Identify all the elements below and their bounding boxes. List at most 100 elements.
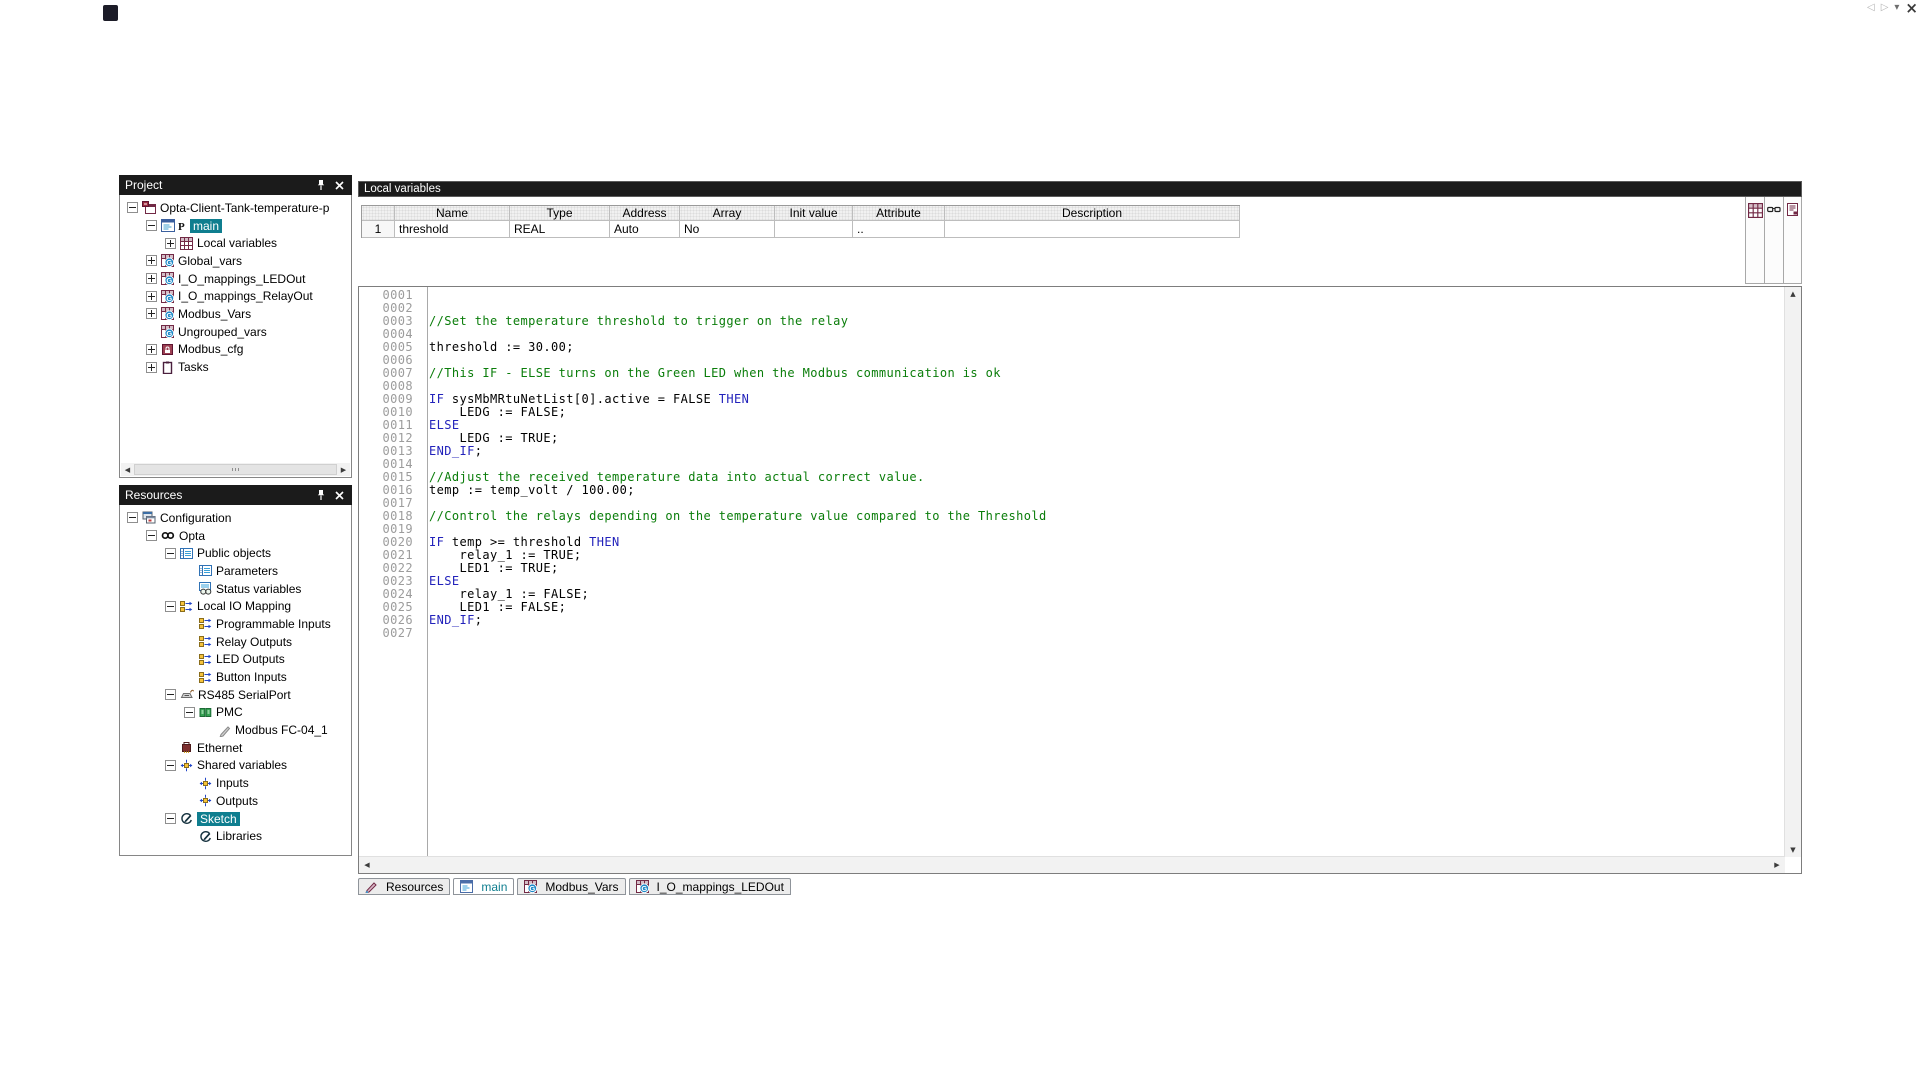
tree-item[interactable]: Pmain: [121, 217, 350, 235]
tree-item[interactable]: Inputs: [121, 774, 350, 792]
tree-item[interactable]: Programmable Inputs: [121, 615, 350, 633]
tree-item-label[interactable]: Modbus_cfg: [178, 342, 243, 356]
tree-item-label[interactable]: Opta-Client-Tank-temperature-p: [160, 201, 329, 215]
tree-item-label[interactable]: Libraries: [216, 829, 262, 843]
cell-description[interactable]: [945, 221, 1240, 238]
tree-item[interactable]: Local variables: [121, 234, 350, 252]
tree-item[interactable]: Public objects: [121, 544, 350, 562]
tree-item[interactable]: Shared variables: [121, 757, 350, 775]
scrollbar-thumb[interactable]: [134, 464, 337, 475]
scroll-up-icon[interactable]: [1785, 287, 1801, 301]
tree-item-label[interactable]: Tasks: [178, 360, 209, 374]
tree-item-label[interactable]: Sketch: [197, 812, 240, 826]
cell-init_value[interactable]: [775, 221, 853, 238]
tree-item[interactable]: LED Outputs: [121, 651, 350, 669]
scroll-right-icon[interactable]: [337, 463, 350, 476]
tree-item-label[interactable]: Outputs: [216, 794, 258, 808]
tree-item[interactable]: Modbus FC-04_1: [121, 721, 350, 739]
expander-plus-icon[interactable]: [165, 238, 176, 249]
project-horizontal-scrollbar[interactable]: [121, 463, 350, 476]
tree-item[interactable]: Configuration: [121, 509, 350, 527]
editor-vertical-scrollbar[interactable]: [1784, 287, 1801, 857]
scroll-left-icon[interactable]: [359, 857, 375, 872]
scroll-left-icon[interactable]: [121, 463, 134, 476]
doc-icon[interactable]: [1786, 203, 1799, 221]
tree-item-label[interactable]: Relay Outputs: [216, 635, 292, 649]
tree-item[interactable]: Button Inputs: [121, 668, 350, 686]
tree-item[interactable]: Tasks: [121, 358, 350, 376]
tree-item[interactable]: GGlobal_vars: [121, 252, 350, 270]
expander-minus-icon[interactable]: [165, 689, 176, 700]
tree-item[interactable]: Modbus_cfg: [121, 341, 350, 359]
tree-item-label[interactable]: Opta: [179, 529, 205, 543]
pin-icon[interactable]: [314, 488, 328, 502]
watch-glasses-icon[interactable]: [1767, 203, 1781, 221]
tree-item-label[interactable]: Parameters: [216, 564, 278, 578]
tab-i-o-mappings-ledout[interactable]: GI_O_mappings_LEDOut: [629, 878, 791, 895]
tab-resources[interactable]: Resources: [358, 878, 450, 895]
expander-minus-icon[interactable]: [146, 220, 157, 231]
tree-item-label[interactable]: Configuration: [160, 511, 231, 525]
expander-minus-icon[interactable]: [184, 707, 195, 718]
tree-item[interactable]: Local IO Mapping: [121, 597, 350, 615]
cell-address[interactable]: Auto: [610, 221, 680, 238]
tab-scroll-left-icon[interactable]: [1867, 2, 1875, 13]
tree-item-label[interactable]: Public objects: [197, 546, 271, 560]
tree-item-label[interactable]: Modbus FC-04_1: [235, 723, 328, 737]
tree-item-label[interactable]: PMC: [216, 705, 243, 719]
code-editor[interactable]: 000100020003//Set the temperature thresh…: [358, 286, 1802, 874]
close-icon[interactable]: [332, 178, 346, 192]
tab-modbus-vars[interactable]: GModbus_Vars: [517, 878, 625, 895]
tab-scroll-right-icon[interactable]: [1881, 2, 1889, 13]
close-icon[interactable]: [332, 488, 346, 502]
tree-item-label[interactable]: Inputs: [216, 776, 249, 790]
tree-item-label[interactable]: I_O_mappings_RelayOut: [178, 289, 313, 303]
pin-icon[interactable]: [314, 178, 328, 192]
tree-item-label[interactable]: Local variables: [197, 236, 277, 250]
tab-close-icon[interactable]: [1905, 3, 1918, 13]
cell-name[interactable]: threshold: [395, 221, 510, 238]
tree-item[interactable]: RS485 SerialPort: [121, 686, 350, 704]
expander-minus-icon[interactable]: [165, 813, 176, 824]
tree-item-label[interactable]: Button Inputs: [216, 670, 287, 684]
tree-item-label[interactable]: Ungrouped_vars: [178, 325, 267, 339]
cell-array[interactable]: No: [680, 221, 775, 238]
expander-plus-icon[interactable]: [146, 273, 157, 284]
expander-minus-icon[interactable]: [165, 548, 176, 559]
expander-minus-icon[interactable]: [127, 512, 138, 523]
code-area[interactable]: 000100020003//Set the temperature thresh…: [359, 287, 1785, 857]
cell-type[interactable]: REAL: [510, 221, 610, 238]
tree-item-label[interactable]: Modbus_Vars: [178, 307, 251, 321]
editor-horizontal-scrollbar[interactable]: [359, 856, 1785, 873]
tree-item[interactable]: PMC: [121, 704, 350, 722]
tree-item[interactable]: GI_O_mappings_LEDOut: [121, 270, 350, 288]
tab-list-dropdown-icon[interactable]: [1894, 2, 1899, 13]
expander-plus-icon[interactable]: [146, 308, 157, 319]
expander-minus-icon[interactable]: [146, 530, 157, 541]
tree-item[interactable]: Ethernet: [121, 739, 350, 757]
expander-plus-icon[interactable]: [146, 362, 157, 373]
tree-item-label[interactable]: LED Outputs: [216, 652, 285, 666]
tree-item-label[interactable]: RS485 SerialPort: [198, 688, 291, 702]
tree-item-label[interactable]: Status variables: [216, 582, 301, 596]
expander-minus-icon[interactable]: [127, 202, 138, 213]
tab-main[interactable]: main: [453, 878, 514, 895]
expander-plus-icon[interactable]: [146, 291, 157, 302]
scroll-right-icon[interactable]: [1769, 857, 1785, 872]
tree-item-label[interactable]: Global_vars: [178, 254, 242, 268]
tree-item[interactable]: GModbus_Vars: [121, 305, 350, 323]
tree-item[interactable]: Opta-Client-Tank-temperature-p: [121, 199, 350, 217]
expander-plus-icon[interactable]: [146, 344, 157, 355]
tree-item-label[interactable]: Shared variables: [197, 758, 287, 772]
expander-plus-icon[interactable]: [146, 255, 157, 266]
tree-item[interactable]: Opta: [121, 527, 350, 545]
tree-item[interactable]: Outputs: [121, 792, 350, 810]
expander-minus-icon[interactable]: [165, 760, 176, 771]
tree-item[interactable]: Libraries: [121, 827, 350, 845]
tree-item[interactable]: GI_O_mappings_RelayOut: [121, 287, 350, 305]
table-grid-icon[interactable]: [1748, 203, 1763, 223]
scroll-down-icon[interactable]: [1785, 843, 1801, 857]
tree-item-label[interactable]: I_O_mappings_LEDOut: [178, 272, 305, 286]
tree-item[interactable]: Parameters: [121, 562, 350, 580]
cell-attribute[interactable]: ..: [853, 221, 945, 238]
